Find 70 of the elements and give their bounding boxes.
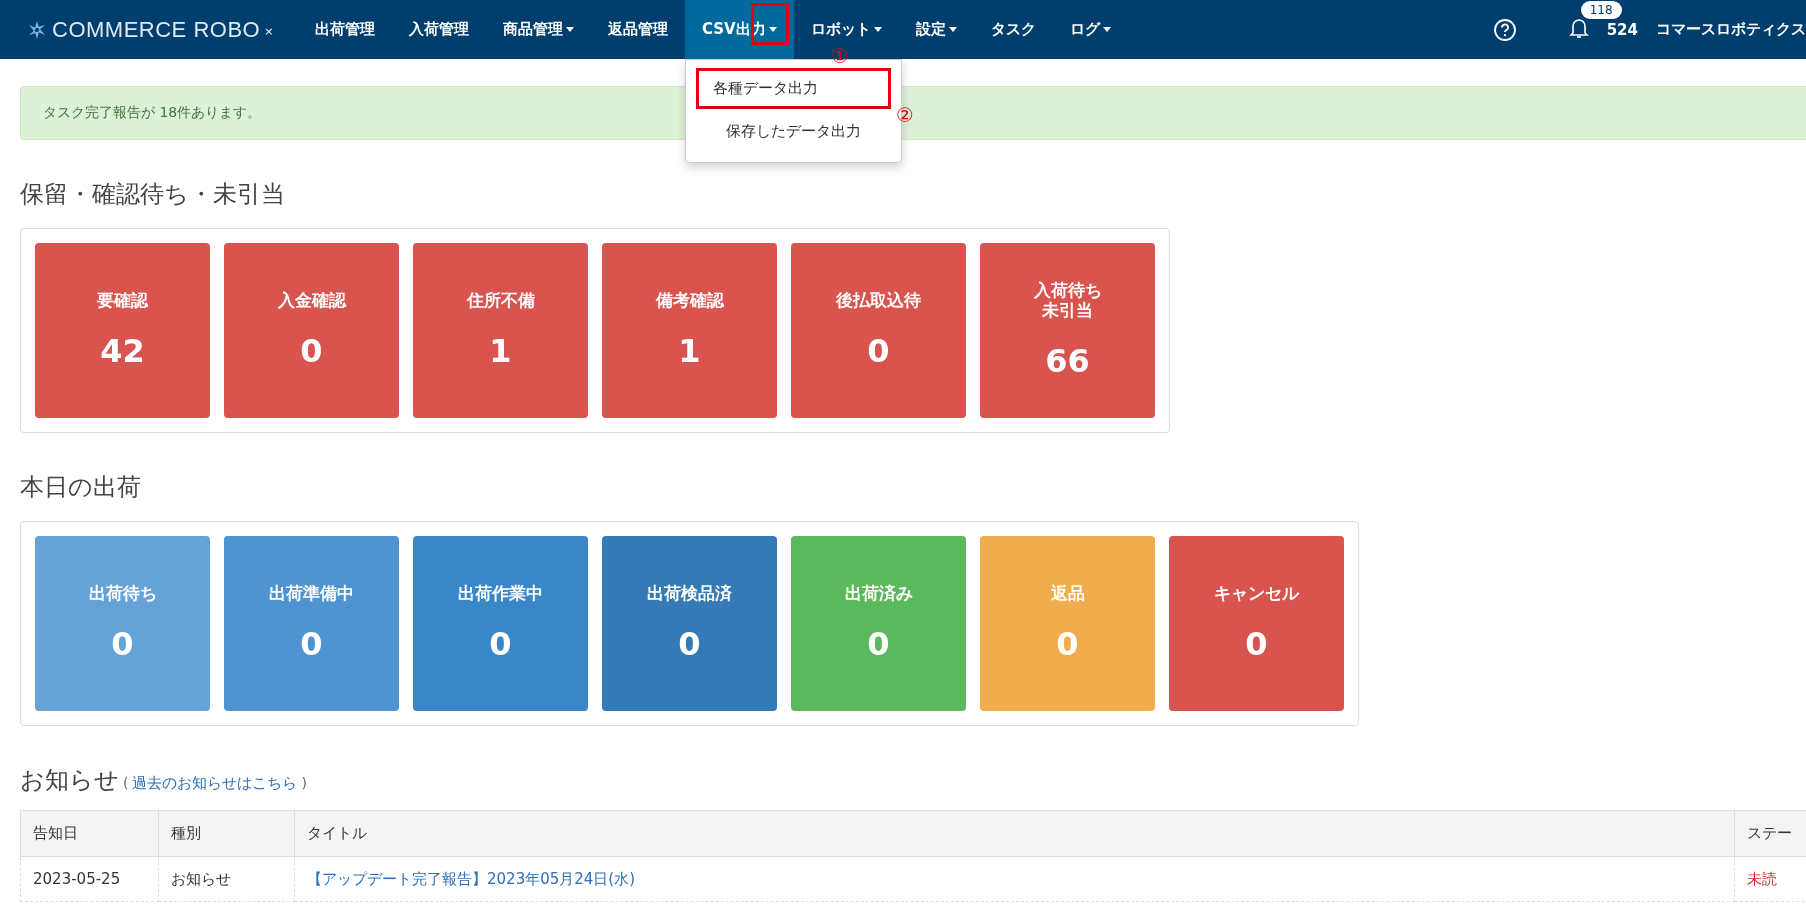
help-icon[interactable]: [1492, 17, 1517, 42]
tile-label: 出荷済み: [844, 583, 913, 604]
paren: ): [301, 775, 307, 791]
tile-label: 出荷作業中: [458, 583, 543, 604]
table-cell: お知らせ: [158, 856, 295, 902]
status-tile[interactable]: 入金確認 0: [224, 243, 399, 418]
tile-label: 要確認: [97, 290, 148, 311]
news-title-link[interactable]: 【アップデート完了報告】2023年05月24日(水): [307, 869, 636, 888]
status-tile[interactable]: 住所不備 1: [413, 243, 588, 418]
status-tile[interactable]: キャンセル 0: [1169, 536, 1344, 711]
column-header: 種別: [158, 810, 295, 857]
nav-menu-item[interactable]: ロボット: [793, 15, 899, 44]
tile-count: 0: [867, 332, 890, 371]
dropdown-item[interactable]: 保存したデータ出力: [696, 109, 891, 154]
tile-label: 入荷待ち: [1033, 280, 1102, 301]
tile-count: 0: [678, 625, 701, 664]
tile-count: 1: [678, 332, 701, 371]
column-header: 告知日: [20, 810, 159, 857]
tile-label: 入金確認: [277, 290, 346, 311]
user-id: 524: [1606, 20, 1638, 39]
nav-menu-item[interactable]: 設定: [898, 15, 974, 44]
tile-count: 0: [1056, 625, 1079, 664]
paren: (: [123, 775, 129, 791]
past-news-link[interactable]: 過去のお知らせはこちら: [132, 774, 298, 793]
nav-menu-item[interactable]: ログ: [1052, 15, 1128, 44]
tile-label: 未引当: [1042, 300, 1093, 321]
tile-label: 出荷準備中: [269, 583, 354, 604]
nav-menu-item[interactable]: 入荷管理: [392, 15, 486, 44]
status-tile[interactable]: 出荷検品済 0: [602, 536, 777, 711]
section-title: 保留・確認待ち・未引当: [20, 179, 286, 210]
tile-count: 0: [1245, 625, 1268, 664]
tile-label: 返品: [1050, 583, 1085, 604]
tile-count: 0: [300, 625, 323, 664]
logo-mark: ×: [264, 24, 274, 38]
tile-count: 66: [1045, 342, 1090, 381]
column-header: ステー: [1734, 810, 1806, 857]
section-title: 本日の出荷: [20, 472, 142, 503]
tile-label: 備考確認: [655, 290, 724, 311]
status-tile[interactable]: 入荷待ち 未引当 66: [980, 243, 1155, 418]
user-name[interactable]: コマースロボティクス: [1656, 20, 1806, 39]
status-tile[interactable]: 出荷作業中 0: [413, 536, 588, 711]
status-tile[interactable]: 要確認 42: [35, 243, 210, 418]
column-header: タイトル: [294, 810, 1735, 857]
bell-icon[interactable]: [1568, 16, 1589, 39]
tile-count: 42: [100, 332, 145, 371]
dropdown-item[interactable]: 各種データ出力: [696, 68, 891, 109]
nav-menu-item[interactable]: タスク: [973, 15, 1053, 44]
status-tile[interactable]: 出荷待ち 0: [35, 536, 210, 711]
nav-menu-item[interactable]: 商品管理: [486, 15, 591, 44]
tile-label: 後払取込待: [836, 290, 921, 311]
highlight-box: [751, 3, 789, 45]
tile-label: 出荷待ち: [88, 583, 157, 604]
nav-menu-item[interactable]: 返品管理: [591, 15, 685, 44]
tile-count: 0: [489, 625, 512, 664]
tile-count: 0: [867, 625, 890, 664]
notification-badge: 118: [1580, 0, 1622, 19]
table-cell: 2023-05-25: [20, 856, 159, 902]
tile-label: 出荷検品済: [647, 583, 732, 604]
tile-label: 住所不備: [466, 290, 535, 311]
section-title: お知らせ: [20, 765, 119, 796]
tile-label: キャンセル: [1214, 583, 1299, 604]
status-tile[interactable]: 出荷準備中 0: [224, 536, 399, 711]
status-tile[interactable]: 備考確認 1: [602, 243, 777, 418]
tile-count: 1: [489, 332, 512, 371]
tile-count: 0: [300, 332, 323, 371]
annotation-number: ②: [896, 105, 914, 125]
logo-text: COMMERCE ROBO: [52, 16, 261, 43]
tile-count: 0: [111, 625, 134, 664]
nav-menu-item[interactable]: 出荷管理: [298, 15, 392, 44]
status-tile[interactable]: 後払取込待 0: [791, 243, 966, 418]
